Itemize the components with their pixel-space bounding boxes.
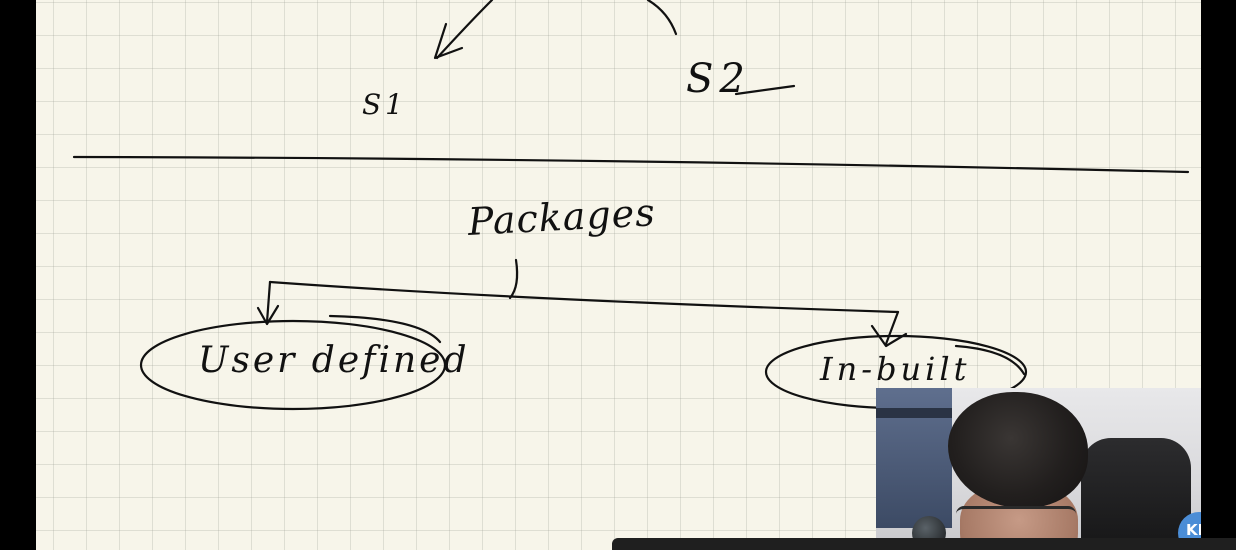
label-user-defined: User defined xyxy=(198,340,470,381)
webcam-chair xyxy=(1081,438,1191,550)
branch-stem xyxy=(508,258,519,300)
arrow-to-s2 xyxy=(646,0,678,36)
webcam-presenter-glasses xyxy=(956,506,1076,527)
branch-bar xyxy=(268,280,900,314)
arrow-to-s1-head xyxy=(433,22,464,60)
label-in-built: In-built xyxy=(820,350,971,388)
label-s1: S1 xyxy=(362,88,407,121)
webcam-background-shelf xyxy=(876,408,952,418)
section-divider xyxy=(72,155,1190,174)
webcam-overlay: KK xyxy=(876,388,1201,550)
branch-left-drop xyxy=(265,280,272,324)
label-s2: S2 xyxy=(686,56,751,102)
webcam-presenter-hair xyxy=(948,392,1088,508)
video-progress-bar[interactable] xyxy=(612,538,1236,550)
video-frame: S1 S2 Packages User defined In-built KK xyxy=(0,0,1236,550)
